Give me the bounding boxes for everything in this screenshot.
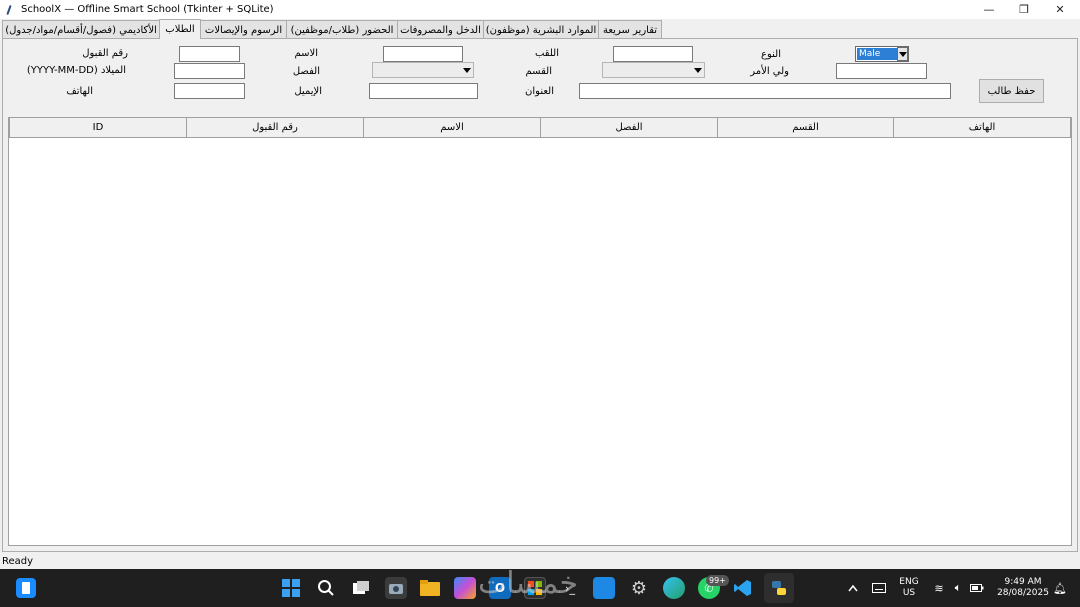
column-header-name[interactable]: الاسم xyxy=(363,118,541,138)
restore-button[interactable]: ❐ xyxy=(1006,0,1042,19)
tab-quick-reports[interactable]: تقارير سريعة xyxy=(598,20,662,39)
clock[interactable]: 9:49 AM 28/08/2025 xyxy=(994,577,1052,599)
camera-app-icon[interactable] xyxy=(385,577,407,599)
file-explorer-icon[interactable] xyxy=(419,577,441,599)
name-label: الاسم xyxy=(294,48,318,59)
section-combobox[interactable] xyxy=(602,62,705,78)
volume-icon[interactable]: 🔈︎ xyxy=(949,577,967,599)
surname-label: اللقب xyxy=(534,48,559,59)
status-bar: Ready xyxy=(0,554,1080,569)
app-feather-icon xyxy=(5,4,15,16)
store-icon[interactable] xyxy=(524,577,546,599)
notification-bell-icon[interactable]: 🔔︎ xyxy=(1052,577,1068,599)
class-combobox[interactable] xyxy=(372,62,474,78)
python-app-icon[interactable] xyxy=(764,573,794,603)
email-label: الإيميل xyxy=(294,86,322,97)
widgets-icon[interactable] xyxy=(16,578,36,598)
guardian-input[interactable] xyxy=(836,63,927,79)
notebook-tabs: الأكاديمي (فصول/أقسام/مواد/جدول) الطلاب … xyxy=(0,19,1080,39)
name-input[interactable] xyxy=(383,46,463,62)
task-view-icon[interactable] xyxy=(350,577,372,599)
clock-time: 9:49 AM xyxy=(1004,577,1042,587)
minimize-icon: — xyxy=(983,3,995,16)
chevron-down-icon[interactable] xyxy=(692,64,703,76)
vscode-icon[interactable] xyxy=(732,577,754,599)
keyboard-icon[interactable] xyxy=(868,577,890,599)
tab-academic[interactable]: الأكاديمي (فصول/أقسام/مواد/جدول) xyxy=(2,20,160,39)
phone-label: الهاتف xyxy=(66,86,93,97)
chevron-up-icon[interactable] xyxy=(843,577,863,599)
window-title: SchoolX — Offline Smart School (Tkinter … xyxy=(21,4,274,15)
admission-no-input[interactable] xyxy=(179,46,240,62)
settings-gear-icon[interactable]: ⚙ xyxy=(628,577,650,599)
column-header-class[interactable]: الفصل xyxy=(540,118,718,138)
language-indicator[interactable]: ENG US xyxy=(896,577,922,599)
battery-icon[interactable] xyxy=(968,577,986,599)
address-label: العنوان xyxy=(525,86,554,97)
title-bar: SchoolX — Offline Smart School (Tkinter … xyxy=(0,0,1080,19)
clock-date: 28/08/2025 xyxy=(997,588,1049,598)
terminal-icon[interactable]: ›_ xyxy=(559,577,581,599)
region-code: US xyxy=(902,588,916,598)
tab-human-resources[interactable]: الموارد البشرية (موظفون) xyxy=(483,20,599,39)
column-header-id[interactable]: ID xyxy=(9,118,187,138)
outlook-icon[interactable]: O xyxy=(489,577,511,599)
gender-label: النوع xyxy=(761,49,781,60)
chevron-down-icon[interactable] xyxy=(897,47,908,61)
column-header-phone[interactable]: الهاتف xyxy=(893,118,1071,138)
phone-input[interactable] xyxy=(174,83,245,99)
tab-students[interactable]: الطلاب xyxy=(159,19,201,39)
guardian-label: ولي الأمر xyxy=(750,66,789,77)
section-label: القسم xyxy=(525,66,552,77)
taskbar: O ›_ ⚙ ✆ 99+ ENG US ≋ 🔈︎ 9:49 AM 28/08/202… xyxy=(0,569,1080,607)
students-table[interactable]: ID رقم القبول الاسم الفصل القسم الهاتف xyxy=(8,117,1072,546)
email-input[interactable] xyxy=(369,83,478,99)
tab-attendance[interactable]: الحضور (طلاب/موظفين) xyxy=(286,20,398,39)
dob-label: الميلاد (YYYY-MM-DD) xyxy=(26,65,126,76)
surname-input[interactable] xyxy=(613,46,693,62)
dob-input[interactable] xyxy=(174,63,245,79)
column-header-admission-no[interactable]: رقم القبول xyxy=(186,118,364,138)
table-header: ID رقم القبول الاسم الفصل القسم الهاتف xyxy=(9,118,1071,138)
close-icon: ✕ xyxy=(1055,3,1065,16)
column-header-section[interactable]: القسم xyxy=(717,118,894,138)
save-student-button[interactable]: حفظ طالب xyxy=(979,79,1044,103)
minimize-button[interactable]: — xyxy=(971,0,1007,19)
edge-browser-icon[interactable] xyxy=(663,577,685,599)
wifi-icon[interactable]: ≋ xyxy=(930,577,948,599)
admission-no-label: رقم القبول xyxy=(82,48,128,59)
address-input[interactable] xyxy=(579,83,951,99)
class-label: الفصل xyxy=(292,66,320,77)
chevron-down-icon[interactable] xyxy=(461,64,472,76)
todo-icon[interactable] xyxy=(593,577,615,599)
close-button[interactable]: ✕ xyxy=(1042,0,1078,19)
gender-value: Male xyxy=(857,48,898,60)
restore-icon: ❐ xyxy=(1019,3,1029,16)
start-windows-icon[interactable] xyxy=(280,577,302,599)
tab-fees-receipts[interactable]: الرسوم والإيصالات xyxy=(200,20,287,39)
whatsapp-badge: 99+ xyxy=(706,575,729,586)
gender-combobox[interactable]: Male xyxy=(855,46,909,62)
copilot-icon[interactable] xyxy=(454,577,476,599)
tab-income-expenses[interactable]: الدخل والمصروفات xyxy=(397,20,484,39)
search-icon[interactable] xyxy=(315,577,337,599)
language-code: ENG xyxy=(899,577,919,587)
